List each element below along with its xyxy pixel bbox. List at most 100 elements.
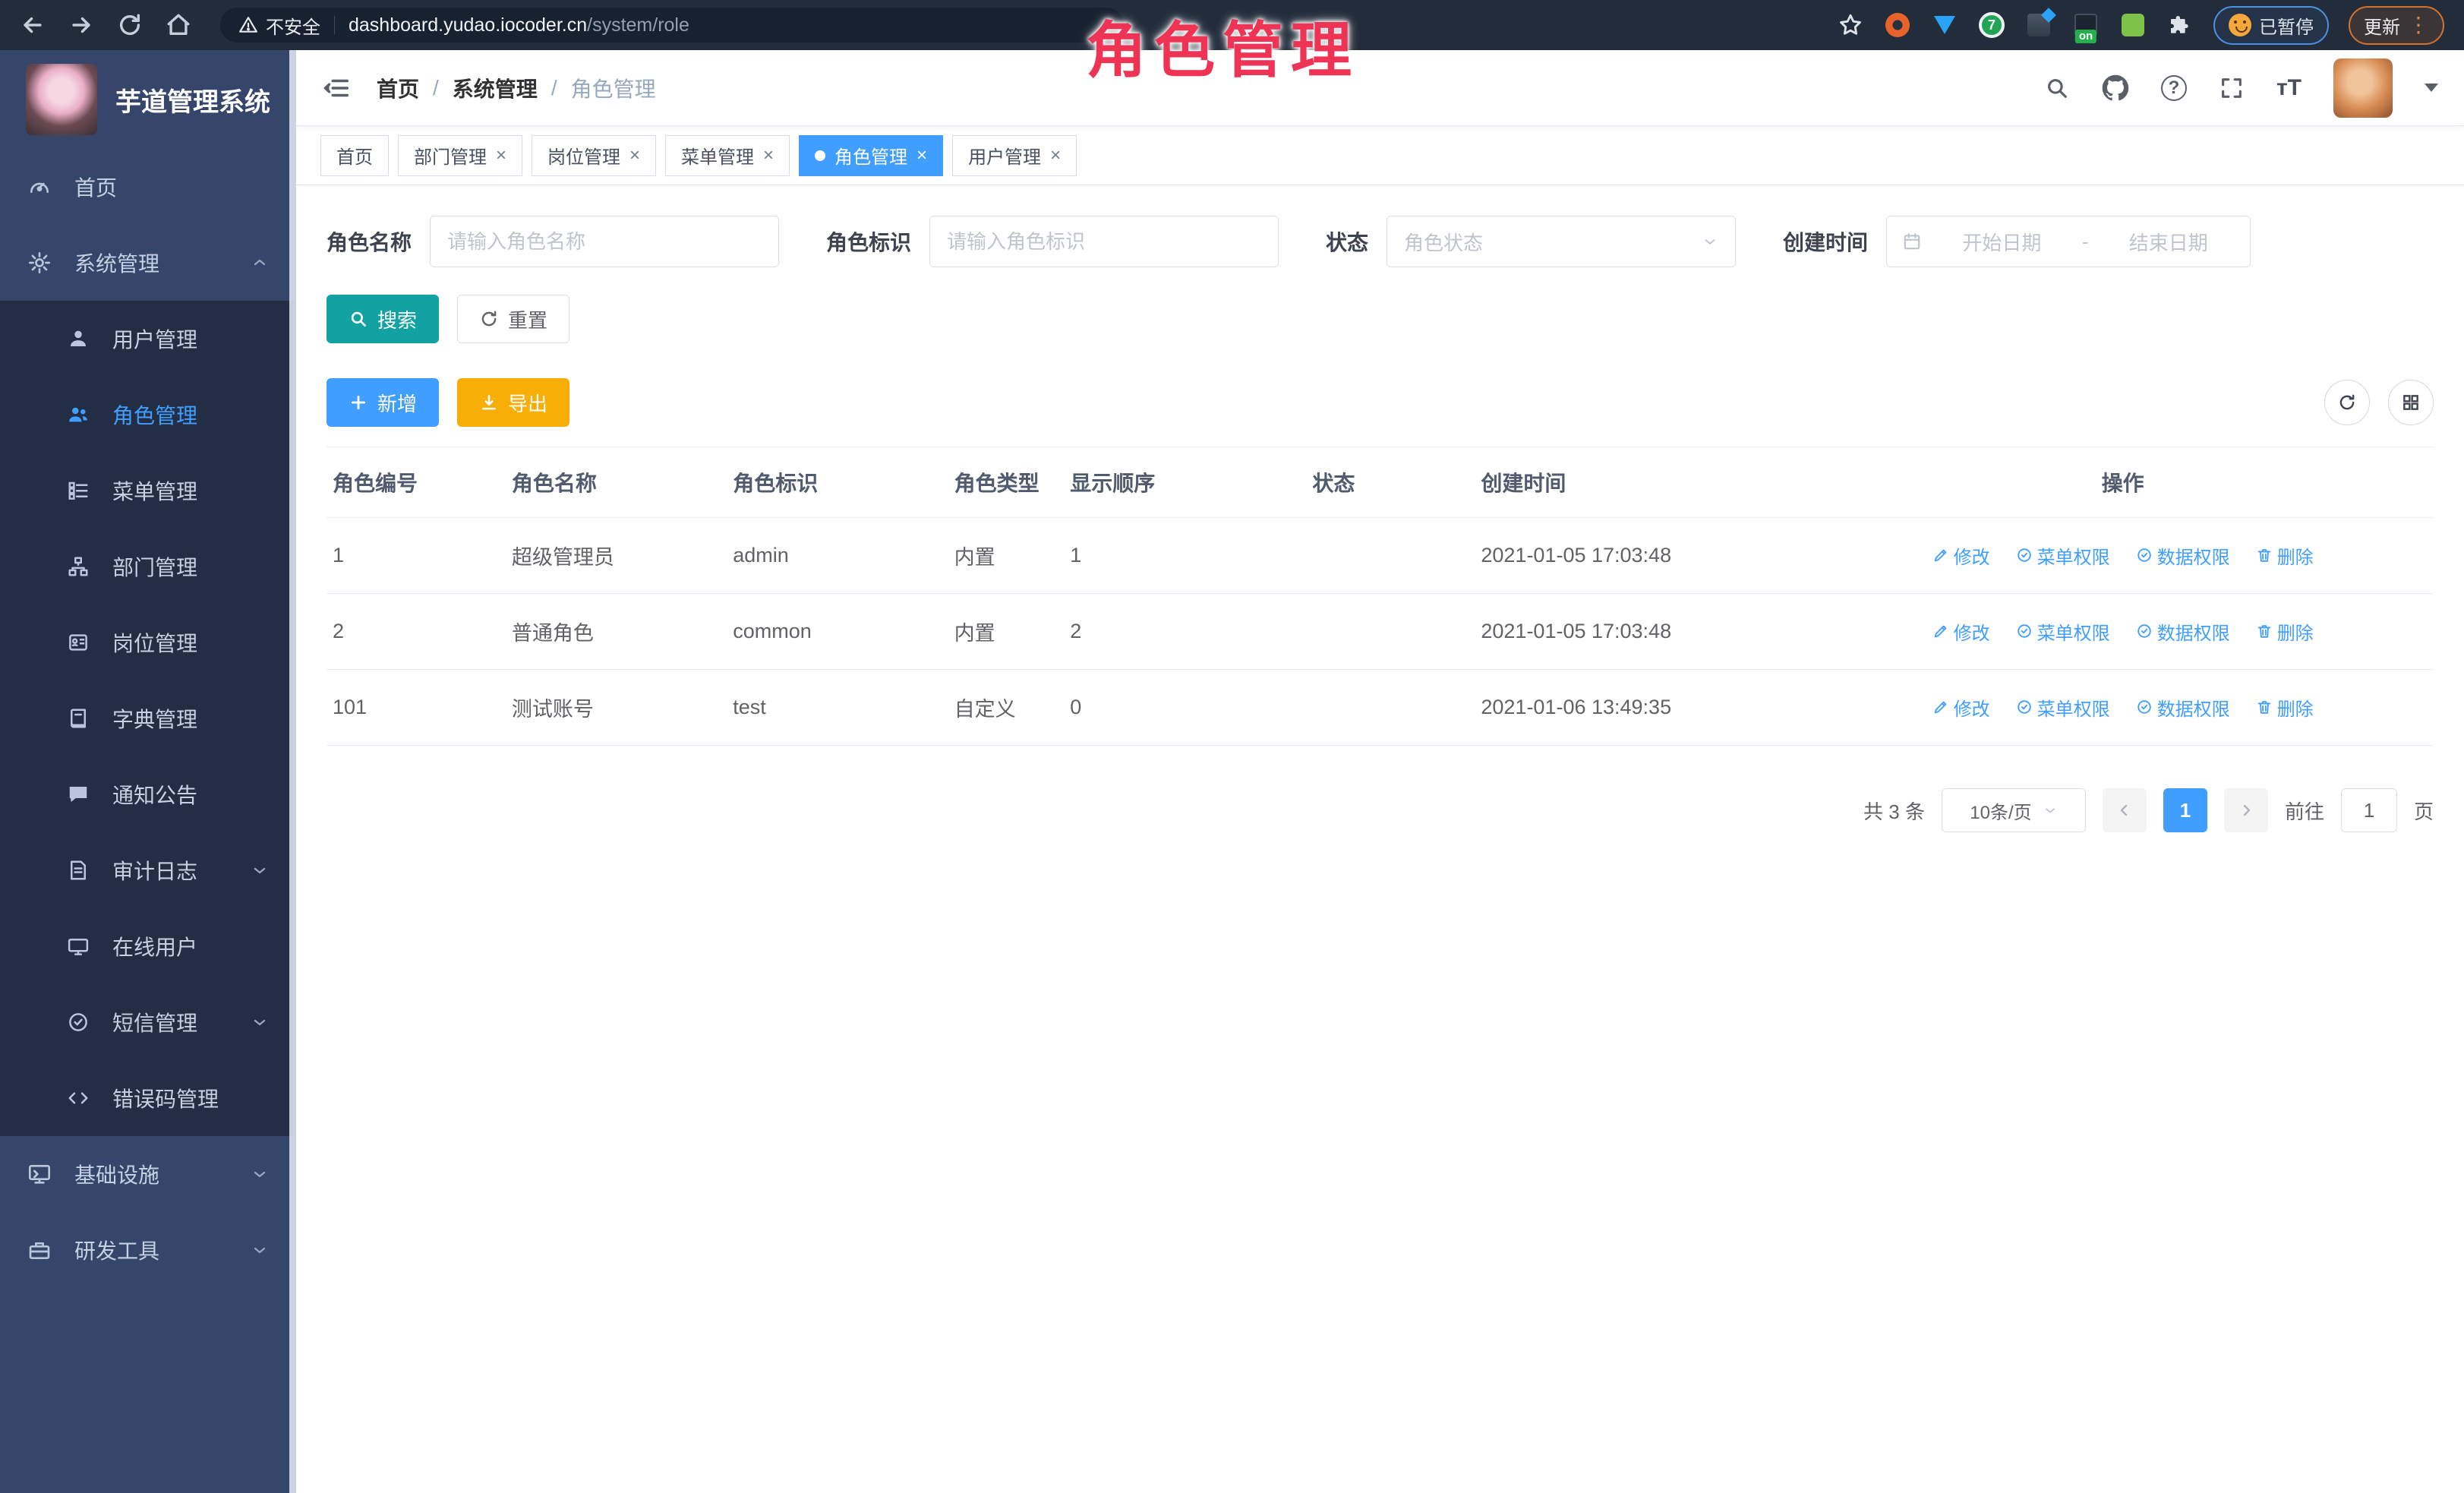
sidebar-item-roles[interactable]: 角色管理: [0, 377, 296, 453]
close-icon[interactable]: ×: [629, 145, 640, 166]
trash-icon: [2256, 547, 2273, 563]
goto-label: 前往: [2285, 797, 2324, 825]
profile-paused-badge[interactable]: 已暂停: [2213, 6, 2329, 45]
column-settings-button[interactable]: [2388, 380, 2434, 425]
dashboard-icon: [27, 175, 52, 199]
sidebar: 芋道管理系统 首页 系统管理 用户管理: [0, 50, 296, 1493]
sidebar-item-home[interactable]: 首页: [0, 149, 296, 225]
search-button[interactable]: 搜索: [327, 295, 439, 343]
delete-link[interactable]: 删除: [2256, 694, 2314, 721]
sidebar-item-sms[interactable]: 短信管理: [0, 984, 296, 1060]
home-icon[interactable]: [166, 12, 191, 38]
bookmark-star-icon[interactable]: [1837, 11, 1864, 39]
reset-button[interactable]: 重置: [457, 295, 569, 343]
next-page-button[interactable]: [2224, 788, 2268, 832]
reload-icon[interactable]: [117, 12, 143, 38]
trash-icon: [2256, 623, 2273, 639]
extension-orange-icon[interactable]: [1884, 11, 1911, 39]
close-icon[interactable]: ×: [917, 145, 927, 166]
sidebar-item-errcode[interactable]: 错误码管理: [0, 1060, 296, 1136]
table-row[interactable]: 101 测试账号 test 自定义 0 2021-01-06 13:49:35 …: [327, 670, 2434, 746]
prev-page-button[interactable]: [2103, 788, 2147, 832]
table-row[interactable]: 2 普通角色 common 内置 2 2021-01-05 17:03:48 修…: [327, 594, 2434, 670]
date-range-picker[interactable]: 开始日期 - 结束日期: [1886, 216, 2251, 267]
forward-icon[interactable]: [68, 12, 94, 38]
tab-home[interactable]: 首页: [320, 135, 389, 176]
sidebar-item-online-users[interactable]: 在线用户: [0, 908, 296, 984]
font-size-icon[interactable]: тT: [2276, 75, 2302, 101]
help-icon[interactable]: ?: [2161, 75, 2187, 101]
role-key-input[interactable]: [929, 216, 1279, 267]
tab-post[interactable]: 岗位管理 ×: [532, 135, 656, 176]
sidebar-item-depts[interactable]: 部门管理: [0, 529, 296, 604]
insecure-warning[interactable]: 不安全: [238, 12, 320, 39]
sidebar-item-users[interactable]: 用户管理: [0, 301, 296, 377]
close-icon[interactable]: ×: [763, 145, 774, 166]
status-select[interactable]: 角色状态: [1387, 216, 1736, 267]
sidebar-fold-icon[interactable]: [322, 74, 351, 103]
chevron-right-icon: [2237, 801, 2255, 819]
sidebar-item-notice[interactable]: 通知公告: [0, 756, 296, 832]
edit-link[interactable]: 修改: [1932, 618, 1990, 645]
breadcrumb-separator: /: [551, 76, 557, 100]
extension-green-7-icon[interactable]: 7: [1978, 11, 2005, 39]
data-permission-link[interactable]: 数据权限: [2136, 618, 2230, 645]
col-role-type: 角色类型: [948, 447, 1065, 518]
table-row[interactable]: 1 超级管理员 admin 内置 1 2021-01-05 17:03:48 修…: [327, 518, 2434, 594]
avatar[interactable]: [2333, 58, 2393, 118]
page-size-select[interactable]: 10条/页: [1942, 788, 2086, 832]
edit-link[interactable]: 修改: [1932, 542, 1990, 569]
goto-page-input[interactable]: [2341, 788, 2397, 832]
extension-grid-icon[interactable]: [2025, 11, 2052, 39]
sidebar-item-dict[interactable]: 字典管理: [0, 680, 296, 756]
fullscreen-icon[interactable]: [2219, 75, 2245, 101]
role-name-input[interactable]: [430, 216, 779, 267]
delete-link[interactable]: 删除: [2256, 618, 2314, 645]
tab-label: 首页: [336, 142, 373, 169]
edit-link[interactable]: 修改: [1932, 694, 1990, 721]
back-icon[interactable]: [20, 12, 46, 38]
breadcrumb-system[interactable]: 系统管理: [453, 73, 538, 103]
breadcrumb-home[interactable]: 首页: [377, 73, 419, 103]
close-icon[interactable]: ×: [1050, 145, 1061, 166]
tab-user[interactable]: 用户管理 ×: [952, 135, 1077, 176]
menu-permission-link[interactable]: 菜单权限: [2016, 694, 2110, 721]
extension-gem-icon[interactable]: [1931, 11, 1958, 39]
sidebar-item-audit-log[interactable]: 审计日志: [0, 832, 296, 908]
cell-role-key: common: [727, 594, 948, 670]
chrome-menu-icon[interactable]: ⋮: [2408, 20, 2429, 30]
address-bar[interactable]: 不安全 dashboard.yudao.iocoder.cn/system/ro…: [220, 8, 1124, 43]
extensions-puzzle-icon[interactable]: [2166, 11, 2194, 39]
delete-link[interactable]: 删除: [2256, 542, 2314, 569]
tab-dept[interactable]: 部门管理 ×: [398, 135, 522, 176]
github-icon[interactable]: [2102, 74, 2129, 102]
search-icon[interactable]: [2044, 75, 2070, 101]
sidebar-item-menus[interactable]: 菜单管理: [0, 453, 296, 529]
tab-label: 菜单管理: [681, 142, 754, 169]
sidebar-item-label: 部门管理: [112, 551, 197, 582]
logo[interactable]: 芋道管理系统: [0, 50, 296, 149]
menu-permission-link[interactable]: 菜单权限: [2016, 618, 2110, 645]
sidebar-item-infra[interactable]: 基础设施: [0, 1136, 296, 1212]
export-button[interactable]: 导出: [457, 378, 569, 427]
avatar-caret-down-icon[interactable]: [2425, 84, 2438, 92]
menu-permission-link[interactable]: 菜单权限: [2016, 542, 2110, 569]
col-status: 状态: [1306, 447, 1475, 518]
sidebar-item-posts[interactable]: 岗位管理: [0, 604, 296, 680]
tab-menu[interactable]: 菜单管理 ×: [665, 135, 790, 176]
sidebar-item-system[interactable]: 系统管理: [0, 225, 296, 301]
sidebar-item-devtools[interactable]: 研发工具: [0, 1212, 296, 1288]
tab-role[interactable]: 角色管理 ×: [799, 135, 943, 176]
page-number-1[interactable]: 1: [2163, 788, 2207, 832]
close-icon[interactable]: ×: [496, 145, 506, 166]
extension-sprout-icon[interactable]: [2119, 11, 2147, 39]
update-badge[interactable]: 更新 ⋮: [2349, 6, 2444, 45]
data-permission-link[interactable]: 数据权限: [2136, 694, 2230, 721]
refresh-table-button[interactable]: [2324, 380, 2370, 425]
circle-check-icon: [2136, 699, 2153, 715]
data-permission-link[interactable]: 数据权限: [2136, 542, 2230, 569]
add-button[interactable]: 新增: [327, 378, 439, 427]
extension-database-icon[interactable]: on: [2072, 11, 2100, 39]
page-unit-label: 页: [2414, 797, 2434, 825]
search-icon: [349, 309, 368, 329]
